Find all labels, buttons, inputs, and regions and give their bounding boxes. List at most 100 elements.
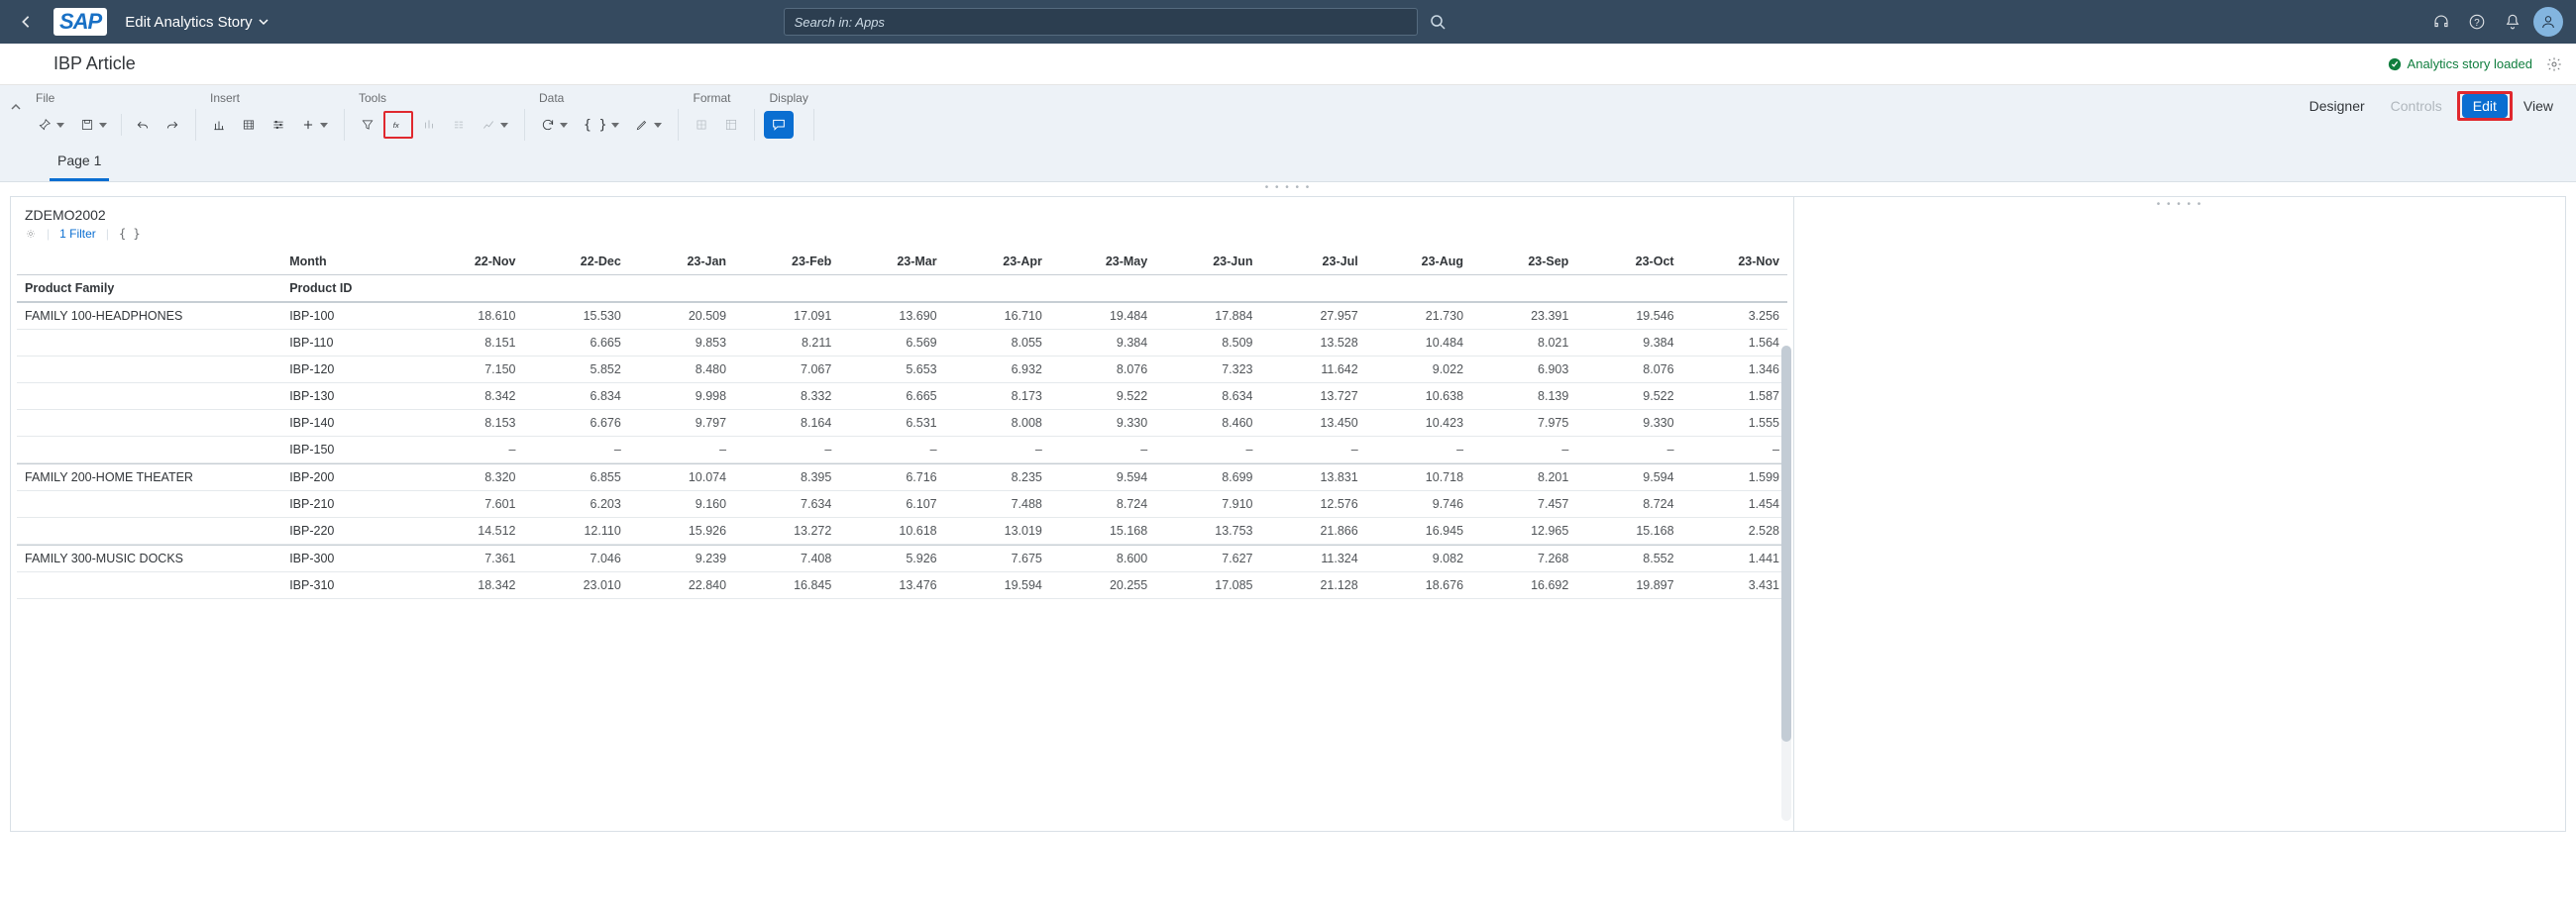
value-cell[interactable]: 9.330: [1050, 410, 1155, 437]
tab-page-1[interactable]: Page 1: [50, 145, 109, 181]
value-cell[interactable]: 7.975: [1471, 410, 1576, 437]
month-col[interactable]: 23-Mar: [839, 249, 944, 275]
value-cell[interactable]: 12.965: [1471, 518, 1576, 545]
value-cell[interactable]: 8.211: [734, 330, 839, 356]
value-cell[interactable]: 1.454: [1682, 491, 1787, 518]
value-cell[interactable]: –: [524, 437, 629, 463]
month-col[interactable]: 23-Aug: [1366, 249, 1471, 275]
table-row[interactable]: FAMILY 200-HOME THEATERIBP-2008.3206.855…: [17, 463, 1787, 491]
table-row[interactable]: IBP-150–––––––––––––: [17, 437, 1787, 463]
value-cell[interactable]: 12.110: [524, 518, 629, 545]
value-cell[interactable]: 10.423: [1366, 410, 1471, 437]
table-row[interactable]: IBP-1308.3426.8349.9988.3326.6658.1739.5…: [17, 383, 1787, 410]
format-cell-button[interactable]: [688, 111, 715, 139]
value-cell[interactable]: 11.642: [1260, 356, 1365, 383]
value-cell[interactable]: 8.460: [1155, 410, 1260, 437]
value-cell[interactable]: 1.555: [1682, 410, 1787, 437]
value-cell[interactable]: 8.139: [1471, 383, 1576, 410]
value-cell[interactable]: 8.235: [945, 463, 1050, 491]
value-cell[interactable]: 6.569: [839, 330, 944, 356]
filter-link[interactable]: 1 Filter: [59, 227, 96, 241]
table-row[interactable]: IBP-22014.51212.11015.92613.27210.61813.…: [17, 518, 1787, 545]
value-cell[interactable]: 18.610: [418, 302, 523, 330]
value-cell[interactable]: 1.441: [1682, 545, 1787, 572]
value-cell[interactable]: 8.395: [734, 463, 839, 491]
table-row[interactable]: FAMILY 300-MUSIC DOCKSIBP-3007.3617.0469…: [17, 545, 1787, 572]
value-cell[interactable]: 23.010: [524, 572, 629, 599]
value-cell[interactable]: 5.926: [839, 545, 944, 572]
value-cell[interactable]: –: [1471, 437, 1576, 463]
value-cell[interactable]: –: [945, 437, 1050, 463]
value-cell[interactable]: 7.046: [524, 545, 629, 572]
value-cell[interactable]: 8.164: [734, 410, 839, 437]
user-avatar[interactable]: [2530, 4, 2566, 40]
value-cell[interactable]: 15.530: [524, 302, 629, 330]
value-cell[interactable]: 13.019: [945, 518, 1050, 545]
back-button[interactable]: [10, 6, 42, 38]
redo-button[interactable]: [159, 111, 186, 139]
value-cell[interactable]: –: [1260, 437, 1365, 463]
value-cell[interactable]: –: [1050, 437, 1155, 463]
allocate-button[interactable]: [415, 111, 443, 139]
controls-button[interactable]: Controls: [2380, 91, 2453, 121]
value-cell[interactable]: 15.168: [1576, 518, 1681, 545]
vertical-scrollbar[interactable]: [1781, 346, 1791, 821]
value-cell[interactable]: 9.330: [1576, 410, 1681, 437]
value-cell[interactable]: 8.552: [1576, 545, 1681, 572]
value-cell[interactable]: 16.945: [1366, 518, 1471, 545]
value-cell[interactable]: 7.361: [418, 545, 523, 572]
value-cell[interactable]: 7.067: [734, 356, 839, 383]
value-cell[interactable]: 6.716: [839, 463, 944, 491]
search-icon[interactable]: [1430, 14, 1446, 30]
comments-button[interactable]: [764, 111, 794, 139]
value-cell[interactable]: 19.546: [1576, 302, 1681, 330]
value-cell[interactable]: 15.168: [1050, 518, 1155, 545]
month-col[interactable]: 23-Oct: [1576, 249, 1681, 275]
freeze-button[interactable]: [717, 111, 745, 139]
link-button[interactable]: [31, 111, 71, 139]
value-cell[interactable]: 9.594: [1576, 463, 1681, 491]
value-cell[interactable]: 6.665: [839, 383, 944, 410]
value-cell[interactable]: 6.834: [524, 383, 629, 410]
value-cell[interactable]: 6.855: [524, 463, 629, 491]
version-button[interactable]: [445, 111, 473, 139]
value-cell[interactable]: 7.634: [734, 491, 839, 518]
month-col[interactable]: 22-Nov: [418, 249, 523, 275]
value-cell[interactable]: –: [418, 437, 523, 463]
value-cell[interactable]: 19.484: [1050, 302, 1155, 330]
value-cell[interactable]: –: [839, 437, 944, 463]
variables-button[interactable]: { }: [577, 111, 626, 139]
value-cell[interactable]: 10.618: [839, 518, 944, 545]
value-cell[interactable]: –: [1155, 437, 1260, 463]
value-cell[interactable]: 9.160: [629, 491, 734, 518]
bell-icon[interactable]: [2495, 4, 2530, 40]
value-cell[interactable]: 22.840: [629, 572, 734, 599]
month-col[interactable]: 23-Sep: [1471, 249, 1576, 275]
variables-link[interactable]: { }: [119, 227, 141, 241]
month-col[interactable]: 23-Jan: [629, 249, 734, 275]
value-cell[interactable]: 8.600: [1050, 545, 1155, 572]
value-cell[interactable]: 7.601: [418, 491, 523, 518]
value-cell[interactable]: 10.074: [629, 463, 734, 491]
value-cell[interactable]: 5.852: [524, 356, 629, 383]
value-cell[interactable]: 5.653: [839, 356, 944, 383]
value-cell[interactable]: 13.272: [734, 518, 839, 545]
value-cell[interactable]: 21.730: [1366, 302, 1471, 330]
value-cell[interactable]: –: [629, 437, 734, 463]
value-cell[interactable]: 7.910: [1155, 491, 1260, 518]
value-cell[interactable]: 9.797: [629, 410, 734, 437]
collapse-ribbon[interactable]: [10, 91, 30, 113]
value-cell[interactable]: 12.576: [1260, 491, 1365, 518]
value-cell[interactable]: 9.082: [1366, 545, 1471, 572]
gear-small-icon[interactable]: [25, 228, 37, 240]
scroll-thumb[interactable]: [1781, 346, 1791, 742]
value-cell[interactable]: –: [1576, 437, 1681, 463]
view-mode-button[interactable]: View: [2517, 91, 2560, 121]
filter-button[interactable]: [354, 111, 381, 139]
value-cell[interactable]: 6.903: [1471, 356, 1576, 383]
value-cell[interactable]: 6.107: [839, 491, 944, 518]
value-cell[interactable]: 10.638: [1366, 383, 1471, 410]
value-cell[interactable]: 9.853: [629, 330, 734, 356]
value-cell[interactable]: 7.488: [945, 491, 1050, 518]
value-cell[interactable]: 7.457: [1471, 491, 1576, 518]
